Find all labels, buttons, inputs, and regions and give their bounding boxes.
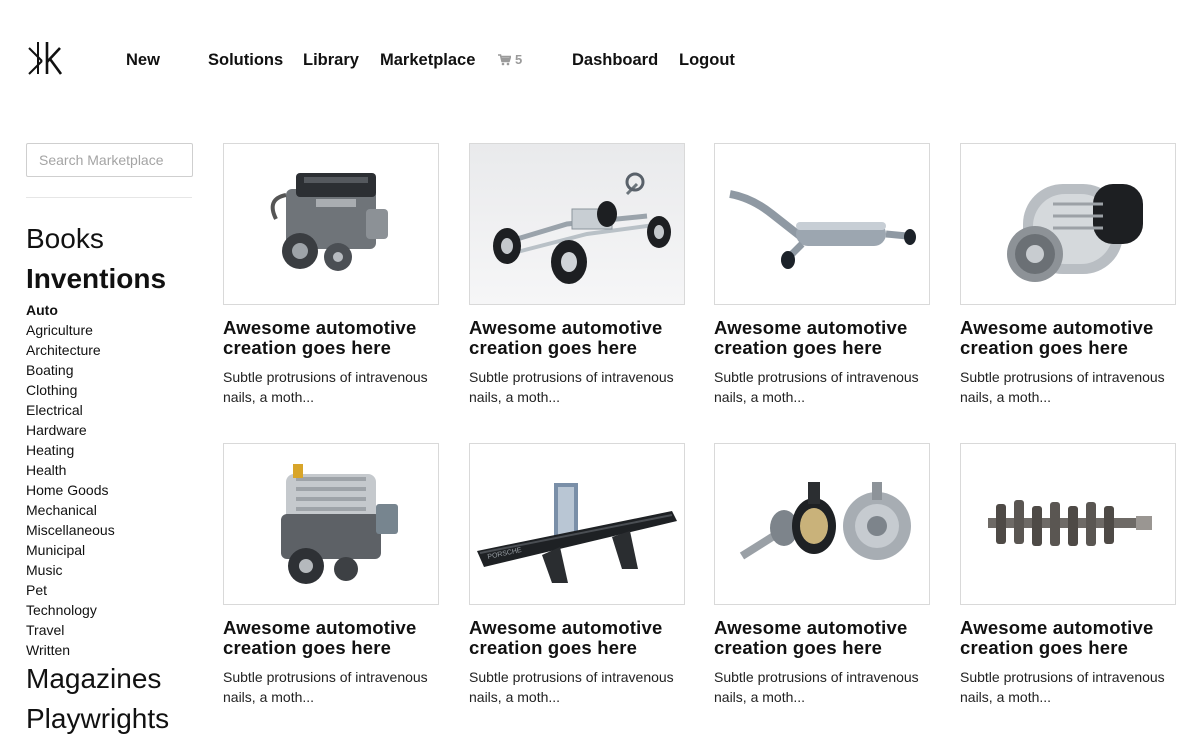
- subcategory-clothing[interactable]: Clothing: [26, 380, 115, 400]
- subcategory-list: Auto Agriculture Architecture Boating Cl…: [26, 300, 115, 660]
- product-card[interactable]: Awesome automotive creation goes here Su…: [960, 143, 1176, 407]
- subcategory-agriculture[interactable]: Agriculture: [26, 320, 115, 340]
- product-description: Subtle protrusions of intravenous nails,…: [960, 669, 1165, 705]
- nav-marketplace[interactable]: Marketplace: [380, 50, 475, 70]
- subcategory-travel[interactable]: Travel: [26, 620, 115, 640]
- product-card[interactable]: Awesome automotive creation goes here Su…: [714, 443, 930, 707]
- product-description: Subtle protrusions of intravenous nails,…: [960, 369, 1165, 405]
- subcategory-music[interactable]: Music: [26, 560, 115, 580]
- product-title[interactable]: Awesome automotive creation goes here: [714, 618, 930, 658]
- subcategory-health[interactable]: Health: [26, 460, 115, 480]
- product-card[interactable]: Awesome automotive creation goes here Su…: [714, 143, 930, 407]
- category-playwrights[interactable]: Playwrights: [26, 702, 169, 736]
- product-card[interactable]: Awesome automotive creation goes here Su…: [223, 443, 439, 707]
- product-title[interactable]: Awesome automotive creation goes here: [469, 318, 685, 358]
- cart-count: 5: [515, 52, 523, 67]
- subcategory-mechanical[interactable]: Mechanical: [26, 500, 115, 520]
- product-title[interactable]: Awesome automotive creation goes here: [469, 618, 685, 658]
- subcategory-hardware[interactable]: Hardware: [26, 420, 115, 440]
- product-title[interactable]: Awesome automotive creation goes here: [960, 618, 1176, 658]
- product-image: [960, 443, 1176, 605]
- subcategory-miscellaneous[interactable]: Miscellaneous: [26, 520, 115, 540]
- search-input[interactable]: [26, 143, 193, 177]
- product-card[interactable]: Awesome automotive creation goes here Su…: [469, 143, 685, 407]
- product-description: Subtle protrusions of intravenous nails,…: [714, 669, 919, 705]
- category-books[interactable]: Books: [26, 222, 104, 256]
- nav-logout[interactable]: Logout: [679, 50, 735, 70]
- category-inventions[interactable]: Inventions: [26, 262, 166, 296]
- spoiler-image: PORSCHE: [477, 483, 677, 583]
- exhaust-image: [729, 190, 916, 269]
- subcategory-architecture[interactable]: Architecture: [26, 340, 115, 360]
- v8-engine-image: [281, 464, 398, 584]
- product-description: Subtle protrusions of intravenous nails,…: [223, 669, 428, 705]
- subcategory-written[interactable]: Written: [26, 640, 115, 660]
- subcategory-auto[interactable]: Auto: [26, 300, 115, 320]
- nav-new[interactable]: New: [126, 50, 160, 70]
- cart-button[interactable]: 5: [498, 52, 522, 67]
- sidebar-divider: [26, 197, 192, 198]
- product-title[interactable]: Awesome automotive creation goes here: [960, 318, 1176, 358]
- product-title[interactable]: Awesome automotive creation goes here: [223, 318, 439, 358]
- product-image: [223, 443, 439, 605]
- subcategory-boating[interactable]: Boating: [26, 360, 115, 380]
- logo-icon[interactable]: [26, 40, 62, 76]
- product-description: Subtle protrusions of intravenous nails,…: [469, 669, 674, 705]
- product-image: PORSCHE: [469, 443, 685, 605]
- product-description: Subtle protrusions of intravenous nails,…: [223, 369, 428, 405]
- subcategory-electrical[interactable]: Electrical: [26, 400, 115, 420]
- product-card[interactable]: Awesome automotive creation goes here Su…: [223, 143, 439, 407]
- nav-library[interactable]: Library: [303, 50, 359, 70]
- subcategory-municipal[interactable]: Municipal: [26, 540, 115, 560]
- product-image: [714, 443, 930, 605]
- product-description: Subtle protrusions of intravenous nails,…: [469, 369, 674, 405]
- crankshaft-image: [988, 500, 1152, 546]
- product-title[interactable]: Awesome automotive creation goes here: [714, 318, 930, 358]
- chassis-image: [493, 172, 671, 284]
- category-magazines[interactable]: Magazines: [26, 662, 161, 696]
- subcategory-home-goods[interactable]: Home Goods: [26, 480, 115, 500]
- engine-image: [270, 173, 388, 271]
- subcategory-heating[interactable]: Heating: [26, 440, 115, 460]
- product-image: [714, 143, 930, 305]
- axle-hub-image: [739, 482, 911, 560]
- nav-solutions[interactable]: Solutions: [208, 50, 283, 70]
- subcategory-technology[interactable]: Technology: [26, 600, 115, 620]
- product-description: Subtle protrusions of intravenous nails,…: [714, 369, 919, 405]
- nav-dashboard[interactable]: Dashboard: [572, 50, 658, 70]
- cart-icon: [498, 53, 511, 65]
- product-card[interactable]: PORSCHE Awesome automotive creation goes…: [469, 443, 685, 707]
- product-image: [223, 143, 439, 305]
- product-card[interactable]: Awesome automotive creation goes here Su…: [960, 443, 1176, 707]
- alternator-image: [1007, 184, 1143, 282]
- subcategory-pet[interactable]: Pet: [26, 580, 115, 600]
- product-title[interactable]: Awesome automotive creation goes here: [223, 618, 439, 658]
- product-image: [469, 143, 685, 305]
- product-image: [960, 143, 1176, 305]
